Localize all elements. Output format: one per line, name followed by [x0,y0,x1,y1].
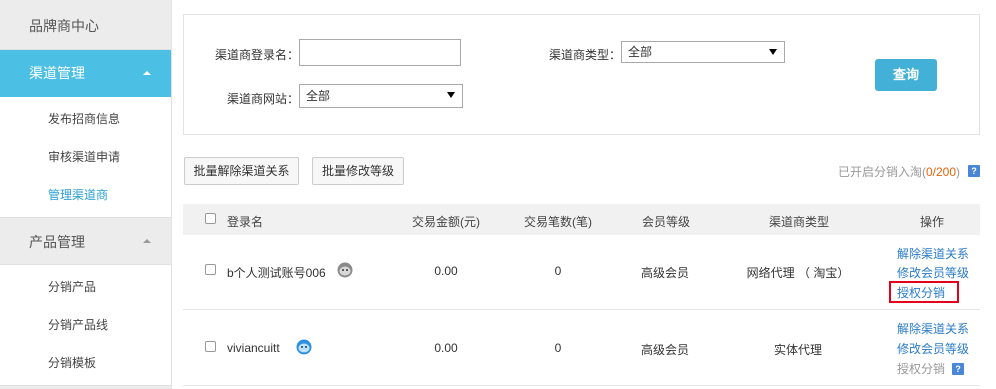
edit-level-link[interactable]: 修改会员等级 [897,340,969,357]
col-count: 交易笔数(笔) [524,215,592,229]
site-select[interactable]: 全部 [299,84,463,108]
batch-unbind-button[interactable]: 批量解除渠道关系 [184,157,299,185]
site-label: 渠道商网站： [227,92,300,106]
row-level: 高级会员 [640,343,689,357]
caret-up-icon [143,239,151,243]
col-amount: 交易金额(元) [412,215,480,229]
select-all-checkbox[interactable] [205,213,216,224]
sidebar-item-dist-template[interactable]: 分销模板 [0,344,171,382]
col-ops: 操作 [920,215,945,229]
authorize-dist-link-disabled: 授权分销 [897,362,946,376]
row-type: 实体代理 [773,343,822,357]
sidebar-item-manage-channel[interactable]: 管理渠道商 [0,176,171,214]
caret-up-icon [143,71,151,75]
col-login: 登录名 [227,215,264,229]
login-input[interactable] [299,39,461,66]
unbind-link[interactable]: 解除渠道关系 [897,320,969,337]
distribution-status: 已开启分销入淘(0/200) [838,163,960,180]
sidebar-group-label: 产品管理 [29,234,85,250]
sidebar-submenu-product: 分销产品 分销产品线 分销模板 [0,265,171,385]
aliwangwang-offline-icon[interactable] [337,262,353,278]
highlight-box [889,281,959,303]
help-icon[interactable]: ? [952,363,964,375]
sidebar-item-review-apply[interactable]: 审核渠道申请 [0,138,171,176]
type-label: 渠道商类型： [549,48,622,62]
batch-level-button[interactable]: 批量修改等级 [312,157,404,185]
dist-status-count: 0/200 [926,165,957,179]
row-count: 0 [554,341,562,355]
sidebar-item-dist-line[interactable]: 分销产品线 [0,306,171,344]
sidebar-header: 品牌商中心 [0,0,171,50]
sidebar-group-label: 渠道管理 [29,65,85,81]
col-level: 会员等级 [642,215,691,229]
help-icon[interactable]: ? [968,165,980,177]
type-select[interactable]: 全部 [621,41,785,63]
row-login: viviancuitt [227,341,280,355]
sidebar-divider [0,385,171,389]
row-level: 高级会员 [640,266,689,280]
dropdown-arrow-icon [447,92,455,98]
aliwangwang-online-icon[interactable] [296,339,312,355]
dropdown-arrow-icon [769,49,777,55]
row-amount: 0.00 [434,264,458,278]
sidebar-item-dist-product[interactable]: 分销产品 [0,268,171,306]
dist-status-suffix: ) [956,165,961,179]
unbind-link[interactable]: 解除渠道关系 [897,245,969,262]
table-header: 登录名 交易金额(元) 交易笔数(笔) 会员等级 渠道商类型 操作 [183,204,980,235]
dist-status-prefix: 已开启分销入淘( [838,165,926,179]
filter-panel: 渠道商登录名： 渠道商类型： 全部 渠道商网站： 全部 查询 [183,14,980,135]
sidebar-group-channel[interactable]: 渠道管理 [0,50,171,97]
sidebar-submenu-channel: 发布招商信息 审核渠道申请 管理渠道商 [0,97,171,217]
sidebar: 品牌商中心 渠道管理 发布招商信息 审核渠道申请 管理渠道商 产品管理 分销产品… [0,0,172,389]
sidebar-group-product[interactable]: 产品管理 [0,217,171,265]
edit-level-link[interactable]: 修改会员等级 [897,264,969,281]
type-select-value: 全部 [628,45,653,59]
row-checkbox[interactable] [205,341,216,352]
row-amount: 0.00 [434,341,458,355]
sidebar-item-publish-recruit[interactable]: 发布招商信息 [0,100,171,138]
row-login: b个人测试账号006 [227,266,326,280]
row-count: 0 [554,264,562,278]
query-button[interactable]: 查询 [875,59,937,91]
login-label: 渠道商登录名： [215,48,300,62]
row-checkbox[interactable] [205,264,216,275]
row-type: 网络代理 （ 淘宝） [746,266,850,280]
site-select-value: 全部 [306,89,331,103]
table-row: b个人测试账号006 0.00 0 高级会员 网络代理 （ 淘宝） 解除渠道关系… [183,235,980,310]
table-row: viviancuitt 0.00 0 高级会员 实体代理 解除渠道关系 修改会员… [183,311,980,386]
col-type: 渠道商类型 [769,215,830,229]
